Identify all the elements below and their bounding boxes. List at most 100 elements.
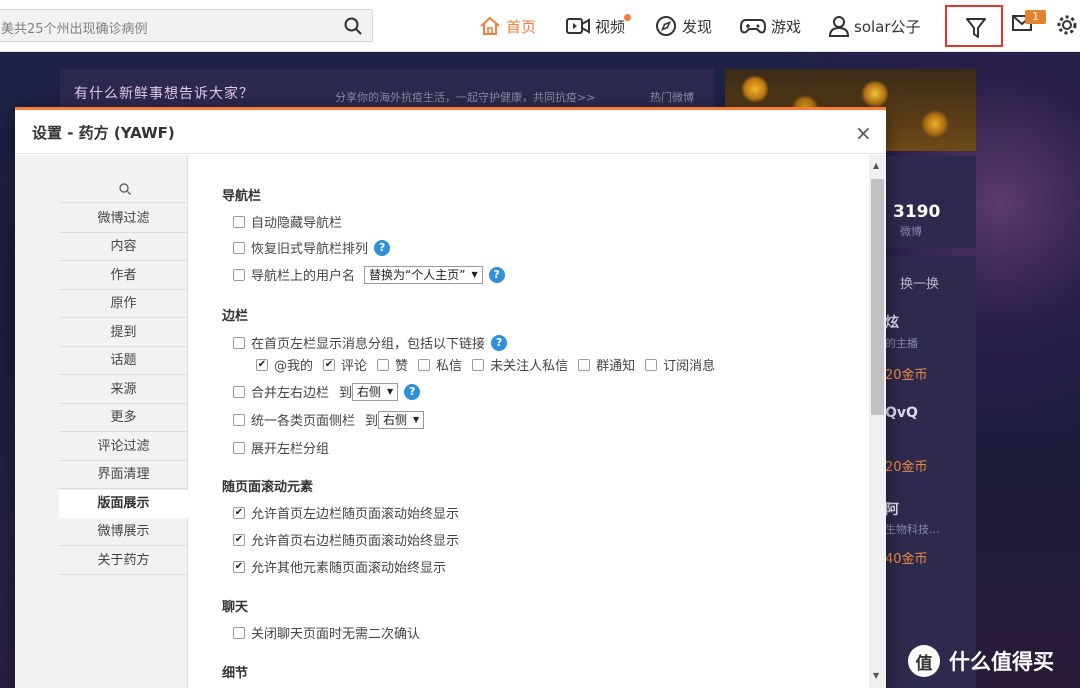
sidebar-item-mention[interactable]: 提到 [59,319,188,347]
hot-weibo-link[interactable]: 热门微博 [650,89,694,105]
message-badge: 1 [1025,10,1046,24]
checkbox[interactable] [233,336,245,349]
checkbox[interactable] [233,441,245,454]
sidebar-item-comment-filter[interactable]: 评论过滤 [59,433,188,461]
option-show-groups[interactable]: 在首页左栏显示消息分组，包括以下链接 ? [233,333,508,352]
checkbox[interactable] [233,268,245,281]
checkbox[interactable] [233,626,245,639]
sidebar-item-content[interactable]: 内容 [59,233,188,261]
dialog-scrollbar[interactable]: ▲ ▼ [869,155,886,688]
link-subscription[interactable]: 订阅消息 [645,355,715,374]
post-prompt: 有什么新鲜事想告诉大家？ [74,86,254,102]
help-icon[interactable]: ? [404,383,421,400]
refresh-button[interactable]: 换一换 [900,273,939,292]
yawf-filter-button[interactable] [945,5,1003,47]
sidebar-item-source[interactable]: 来源 [59,376,188,404]
video-notify-dot [624,14,631,21]
gear-icon[interactable] [1056,14,1078,40]
top-navigation-bar: 美共25个州出现确诊病例 首页 视频 发现 游戏 solar公子 1 [0,0,1080,52]
search-icon[interactable] [344,17,362,39]
checkbox[interactable]: ✔ [233,506,245,519]
sidebar-item-weibo-filter[interactable]: 微博过滤 [59,205,188,233]
nav-game[interactable]: 游戏 [740,0,801,52]
sidebar-item-more[interactable]: 更多 [59,404,188,432]
unify-side-select[interactable]: 右侧 ▼ [378,410,425,429]
option-label: 合并左右边栏 [251,386,330,401]
select-value: 右侧 [383,413,408,427]
option-label: 恢复旧式导航栏排列 [251,242,369,257]
select-value: 右侧 [357,385,382,399]
scroll-thumb[interactable] [871,179,884,415]
home-icon [479,16,501,36]
link-stranger-dm[interactable]: 未关注人私信 [472,355,568,374]
merge-side-select[interactable]: 右侧 ▼ [352,382,399,401]
nav-user[interactable]: solar公子 [829,0,921,52]
group-links: ✔ @我的 ✔ 评论 赞 私信 未关注人私信 群通知 订阅消息 [256,355,725,374]
checkbox[interactable] [233,385,245,398]
nav-discover-label: 发现 [682,17,713,36]
nav-home[interactable]: 首页 [479,0,536,52]
option-expand-groups[interactable]: 展开左栏分组 [233,438,329,457]
link-like[interactable]: 赞 [377,355,408,374]
checkbox[interactable] [472,358,485,371]
option-unify-sidebar[interactable]: 统一各类页面侧栏 到 右侧 ▼ [233,410,425,429]
option-restore-nav[interactable]: 恢复旧式导航栏排列 ? [233,238,391,257]
close-button[interactable]: × [855,121,872,145]
chevron-down-icon: ▼ [387,387,394,396]
checkbox[interactable] [645,358,658,371]
sidebar-item-weibo-display[interactable]: 微博展示 [59,518,188,546]
watermark-logo-icon: 值 [908,645,940,677]
checkbox[interactable] [377,358,390,371]
user-icon [829,15,849,37]
option-scroll-other[interactable]: ✔ 允许其他元素随页面滚动始终显示 [233,557,446,576]
checkbox[interactable] [578,358,591,371]
sidebar-search[interactable] [59,175,187,203]
option-label: 评论 [341,359,368,374]
checkbox[interactable] [233,413,245,426]
username-select[interactable]: 替换为“个人主页” ▼ [364,265,483,284]
section-title-sidebar: 边栏 [222,309,249,324]
option-merge-sidebars[interactable]: 合并左右边栏 到 右侧 ▼ ? [233,382,421,401]
sidebar-item-ui-cleanup[interactable]: 界面清理 [59,461,188,489]
sidebar-item-original[interactable]: 原作 [59,290,188,318]
rec-name[interactable]: QvQ [885,405,918,421]
checkbox[interactable]: ✔ [233,560,245,573]
rec-name[interactable]: 阿 [885,499,899,519]
checkbox[interactable] [418,358,431,371]
option-label: 私信 [436,359,463,374]
settings-content: 导航栏 自动隐藏导航栏 恢复旧式导航栏排列 ? 导航栏上的用户名 替换为“个人主… [189,155,869,688]
option-scroll-right[interactable]: ✔ 允许首页右边栏随页面滚动始终显示 [233,530,459,549]
help-icon[interactable]: ? [374,239,391,256]
sidebar-item-author[interactable]: 作者 [59,262,188,290]
sidebar-item-layout[interactable]: 版面展示 [59,490,188,518]
rec-name[interactable]: 炫 [885,312,899,332]
option-nav-username[interactable]: 导航栏上的用户名 替换为“个人主页” ▼ ? [233,265,505,284]
scroll-down-icon[interactable]: ▼ [873,671,879,680]
checkbox[interactable]: ✔ [323,358,336,371]
nav-discover[interactable]: 发现 [655,0,712,52]
checkbox[interactable]: ✔ [256,358,268,371]
option-chat-no-confirm[interactable]: 关闭聊天页面时无需二次确认 [233,623,420,642]
option-scroll-left[interactable]: ✔ 允许首页左边栏随页面滚动始终显示 [233,503,459,522]
checkbox[interactable] [233,215,245,228]
checkbox[interactable]: ✔ [233,533,245,546]
weibo-count[interactable]: 3190 [893,202,940,222]
search-input[interactable]: 美共25个州出现确诊病例 [0,9,373,42]
scroll-up-icon[interactable]: ▲ [873,161,879,170]
option-label: 在首页左栏显示消息分组，包括以下链接 [251,337,486,352]
checkbox[interactable] [233,241,245,254]
option-auto-hide-nav[interactable]: 自动隐藏导航栏 [233,212,342,231]
help-icon[interactable]: ? [488,266,505,283]
help-icon[interactable]: ? [491,334,508,351]
to-label: 到 [365,414,379,429]
post-box[interactable]: 有什么新鲜事想告诉大家？ 分享你的海外抗疫生活，一起守护健康，共同抗疫>> 热门… [60,69,714,111]
link-dm[interactable]: 私信 [418,355,462,374]
sidebar-item-about[interactable]: 关于药方 [59,547,188,575]
dialog-titlebar: 设置 - 药方 (YAWF) × [15,110,886,154]
nav-video[interactable]: 视频 [566,0,631,52]
link-comment[interactable]: ✔ 评论 [323,355,367,374]
link-group-notice[interactable]: 群通知 [578,355,635,374]
gamepad-icon [740,16,766,36]
sidebar-item-topic[interactable]: 话题 [59,347,188,375]
link-at-me[interactable]: ✔ @我的 [256,355,313,374]
